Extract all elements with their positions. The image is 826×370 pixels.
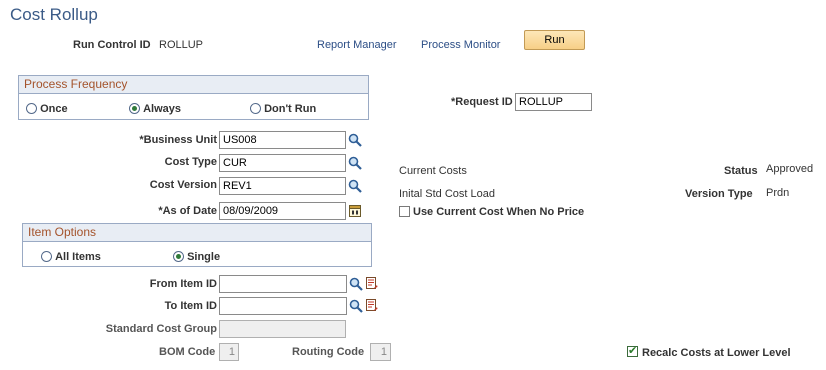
radio-dont-run[interactable]: Don't Run bbox=[250, 103, 316, 115]
cost-version-input[interactable]: REV1 bbox=[219, 177, 346, 195]
run-control-value: ROLLUP bbox=[159, 39, 204, 51]
radio-once[interactable]: Once bbox=[26, 103, 68, 115]
report-manager-link[interactable]: Report Manager bbox=[317, 39, 397, 51]
as-of-date-label: *As of Date bbox=[158, 205, 217, 217]
recalc-costs-label: Recalc Costs at Lower Level bbox=[642, 347, 791, 359]
to-item-input[interactable] bbox=[219, 297, 347, 315]
business-unit-label: *Business Unit bbox=[139, 134, 217, 146]
routing-code-label: Routing Code bbox=[292, 346, 365, 358]
cost-version-label: Cost Version bbox=[149, 179, 217, 191]
run-button[interactable]: Run bbox=[524, 30, 585, 50]
business-unit-search-icon[interactable] bbox=[348, 133, 362, 147]
recalc-costs-checkbox[interactable] bbox=[627, 344, 638, 357]
std-cost-group-label: Standard Cost Group bbox=[105, 323, 217, 335]
radio-all-items-button[interactable] bbox=[41, 251, 52, 262]
cost-type-label: Cost Type bbox=[164, 156, 217, 168]
radio-always-label: Always bbox=[143, 103, 181, 115]
from-item-detail-icon[interactable] bbox=[366, 277, 378, 290]
use-current-cost-label: Use Current Cost When No Price bbox=[413, 206, 585, 218]
cost-type-description: Current Costs bbox=[399, 165, 467, 177]
from-item-input[interactable] bbox=[219, 275, 347, 293]
request-id-input[interactable]: ROLLUP bbox=[515, 93, 592, 111]
version-type-label: Version Type bbox=[685, 188, 753, 200]
from-item-label: From Item ID bbox=[149, 278, 217, 290]
item-options-header: Item Options bbox=[23, 224, 371, 242]
radio-single[interactable]: Single bbox=[173, 251, 220, 263]
as-of-date-input[interactable]: 08/09/2009 bbox=[219, 202, 346, 220]
calendar-icon[interactable] bbox=[349, 204, 361, 217]
status-value: Approved bbox=[766, 163, 814, 175]
bom-code-input: 1 bbox=[219, 343, 239, 361]
radio-all-items-label: All Items bbox=[55, 251, 101, 263]
cost-version-description: Inital Std Cost Load bbox=[399, 188, 496, 200]
page-title: Cost Rollup bbox=[10, 5, 98, 24]
run-control-label: Run Control ID bbox=[73, 39, 151, 51]
bom-code-label: BOM Code bbox=[159, 346, 216, 358]
radio-single-button[interactable] bbox=[173, 251, 184, 262]
radio-always-button[interactable] bbox=[129, 103, 140, 114]
process-monitor-link[interactable]: Process Monitor bbox=[421, 39, 500, 51]
request-id-label: *Request ID bbox=[451, 96, 513, 108]
radio-once-label: Once bbox=[40, 103, 68, 115]
radio-dont-run-button[interactable] bbox=[250, 103, 261, 114]
process-frequency-group: Process Frequency bbox=[18, 75, 369, 120]
cost-type-search-icon[interactable] bbox=[348, 156, 362, 170]
to-item-search-icon[interactable] bbox=[349, 299, 363, 313]
business-unit-input[interactable]: US008 bbox=[219, 131, 346, 149]
routing-code-input: 1 bbox=[370, 343, 391, 361]
radio-dont-run-label: Don't Run bbox=[264, 103, 317, 115]
cost-type-input[interactable]: CUR bbox=[219, 154, 346, 172]
status-label: Status bbox=[724, 165, 758, 177]
from-item-search-icon[interactable] bbox=[349, 277, 363, 291]
radio-single-label: Single bbox=[187, 251, 221, 263]
radio-all-items[interactable]: All Items bbox=[41, 251, 101, 263]
std-cost-group-input bbox=[219, 320, 346, 338]
radio-always[interactable]: Always bbox=[129, 103, 181, 115]
to-item-label: To Item ID bbox=[164, 300, 217, 312]
use-current-cost-checkbox[interactable] bbox=[399, 206, 410, 217]
process-frequency-header: Process Frequency bbox=[19, 76, 368, 94]
radio-once-button[interactable] bbox=[26, 103, 37, 114]
cost-version-search-icon[interactable] bbox=[348, 179, 362, 193]
version-type-value: Prdn bbox=[766, 187, 790, 199]
to-item-detail-icon[interactable] bbox=[366, 299, 378, 312]
